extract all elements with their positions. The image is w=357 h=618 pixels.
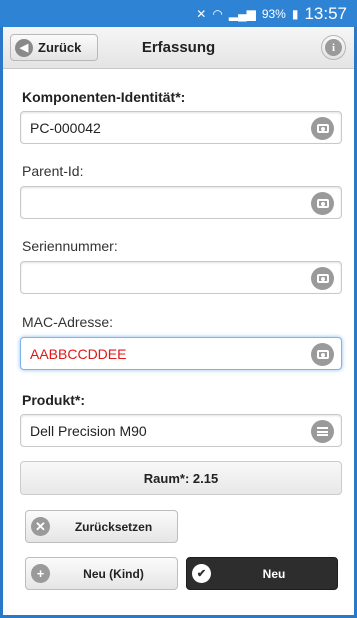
komponenten-field[interactable]: PC-000042 [20,111,342,144]
camera-icon[interactable] [311,192,334,215]
produkt-select[interactable]: Dell Precision M90 [20,414,342,447]
mac-address-value: AABBCCDDEE [30,346,127,362]
plus-icon: + [31,564,50,583]
parent-label: Parent-Id: [22,163,84,179]
new-child-button[interactable]: + Neu (Kind) [25,557,178,590]
camera-icon[interactable] [311,117,334,140]
back-button-label: Zurück [38,40,82,55]
new-button[interactable]: ✔ Neu [186,557,338,590]
close-icon: ✕ [31,517,50,536]
mac-address-field[interactable]: AABBCCDDEE [20,337,342,370]
mac-label: MAC-Adresse: [22,314,114,330]
wifi-icon: ◠ [212,6,223,21]
camera-icon[interactable] [311,343,334,366]
back-button[interactable]: ◀ Zurück [10,34,98,61]
produkt-value: Dell Precision M90 [30,423,147,439]
info-icon: i [325,39,342,56]
arrow-left-icon: ◀ [15,38,33,57]
camera-icon[interactable] [311,267,334,290]
raum-button[interactable]: Raum*: 2.15 [20,461,342,495]
reset-button[interactable]: ✕ Zurücksetzen [25,510,178,543]
check-icon: ✔ [192,564,211,583]
status-time: 13:57 [304,3,347,23]
mute-icon: ✕ [196,6,207,21]
komponenten-label: Komponenten-Identität*: [22,89,186,105]
seriennummer-field[interactable] [20,261,342,294]
reset-button-label: Zurücksetzen [74,519,153,534]
komponenten-value: PC-000042 [30,120,101,136]
parent-id-field[interactable] [20,186,342,219]
signal-icon: ▂▄▆ [228,6,256,21]
battery-icon: ▮ [291,6,299,21]
status-bar: ✕ ◠ ▂▄▆ 93% ▮ 13:57 [0,0,357,27]
list-icon[interactable] [311,420,334,443]
header-bar: Erfassung ◀ Zurück i [3,27,354,69]
info-button[interactable]: i [321,35,346,60]
battery-percent: 93% [261,6,286,21]
new-button-label: Neu [262,566,286,581]
produkt-label: Produkt*: [22,392,85,408]
new-child-button-label: Neu (Kind) [83,566,144,581]
seriennummer-label: Seriennummer: [22,238,118,254]
